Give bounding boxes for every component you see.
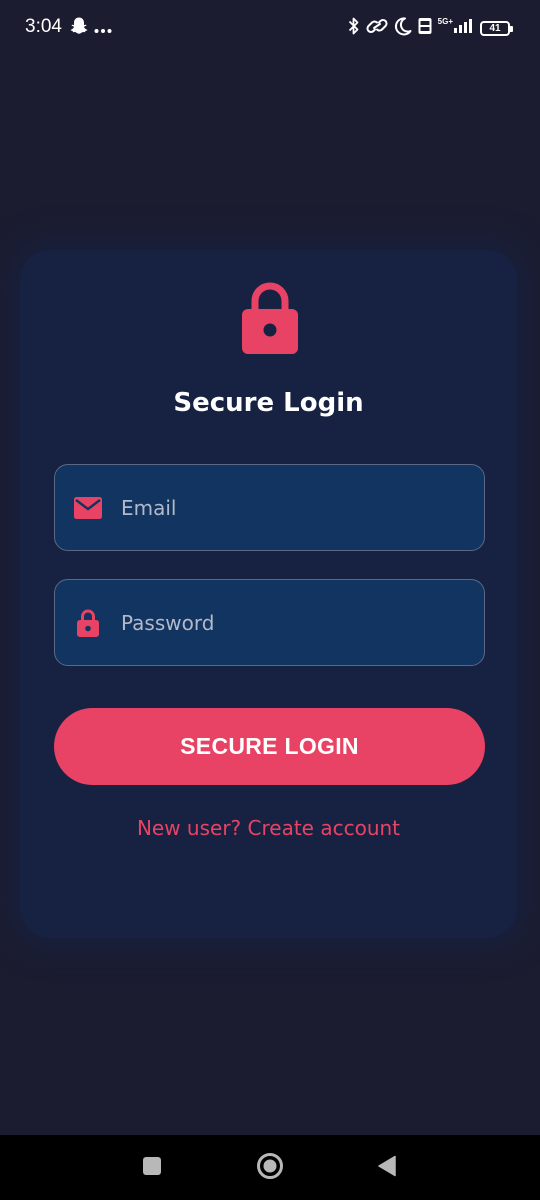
home-button[interactable] <box>240 1135 300 1200</box>
bluetooth-icon <box>348 16 360 40</box>
status-time: 3:04 <box>25 16 62 37</box>
battery-level: 41 <box>489 22 501 34</box>
circle-icon <box>256 1152 284 1184</box>
signal-group: 5G+ <box>438 18 474 38</box>
password-field[interactable] <box>54 579 485 666</box>
volte-icon <box>418 17 432 39</box>
create-account-link[interactable]: New user? Create account <box>20 816 517 840</box>
more-dots-icon <box>94 19 112 38</box>
navigation-bar <box>0 1135 540 1200</box>
lock-icon <box>73 608 103 638</box>
snapchat-icon <box>70 16 88 40</box>
email-field[interactable] <box>54 464 485 551</box>
password-input[interactable] <box>121 610 484 635</box>
signal-icon <box>454 18 474 38</box>
email-input[interactable] <box>121 495 484 520</box>
status-system-icons: 5G+ 41 <box>348 16 513 40</box>
status-notification-icons <box>70 16 112 40</box>
moon-icon <box>394 16 412 40</box>
network-type-label: 5G+ <box>437 17 453 26</box>
link-icon <box>366 16 388 40</box>
login-card: Secure Login SECURE LOGIN New user? Crea… <box>20 250 517 938</box>
battery-icon: 41 <box>480 20 513 36</box>
recents-button[interactable] <box>122 1135 182 1200</box>
status-bar: 3:04 5G+ 41 <box>0 0 540 56</box>
page-title: Secure Login <box>173 388 364 418</box>
lock-icon <box>241 280 299 356</box>
email-icon <box>73 496 103 519</box>
secure-login-button[interactable]: SECURE LOGIN <box>54 708 485 785</box>
back-button[interactable] <box>357 1135 417 1200</box>
back-triangle-icon <box>377 1155 397 1181</box>
square-icon <box>142 1156 162 1180</box>
